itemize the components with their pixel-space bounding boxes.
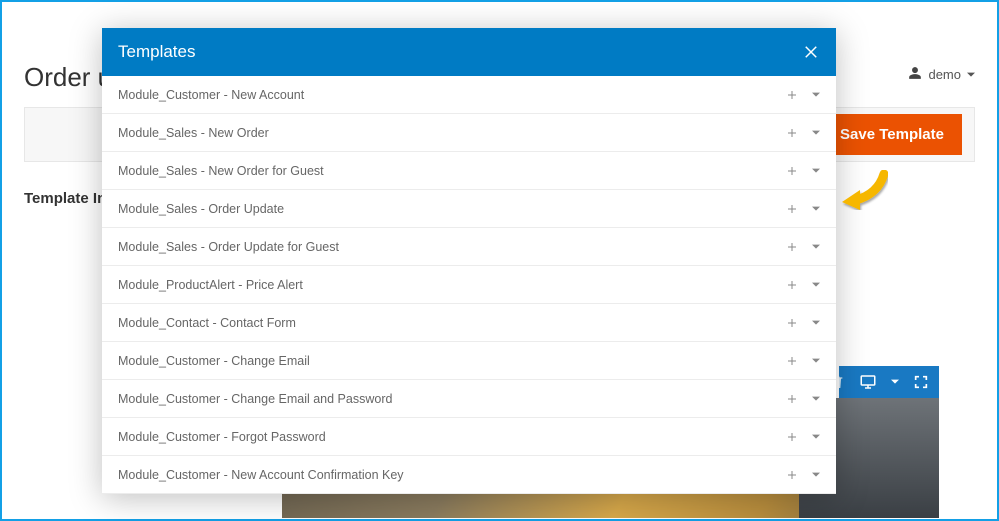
- plus-icon[interactable]: [786, 355, 798, 367]
- plus-icon[interactable]: [786, 469, 798, 481]
- user-menu[interactable]: demo: [908, 66, 975, 83]
- template-row[interactable]: Module_Customer - Forgot Password: [102, 418, 836, 456]
- close-icon[interactable]: [802, 43, 820, 61]
- template-row-label: Module_Customer - New Account Confirmati…: [118, 468, 404, 482]
- template-row[interactable]: Module_Sales - New Order for Guest: [102, 152, 836, 190]
- template-row[interactable]: Module_Customer - Change Email: [102, 342, 836, 380]
- template-row[interactable]: Module_ProductAlert - Price Alert: [102, 266, 836, 304]
- template-row[interactable]: Module_Contact - Contact Form: [102, 304, 836, 342]
- template-row-label: Module_Contact - Contact Form: [118, 316, 296, 330]
- template-row-actions: [786, 279, 820, 291]
- template-row-actions: [786, 241, 820, 253]
- plus-icon[interactable]: [786, 279, 798, 291]
- plus-icon[interactable]: [786, 431, 798, 443]
- page-title: Order u: [24, 62, 112, 93]
- template-row-label: Module_Sales - New Order: [118, 126, 269, 140]
- template-row[interactable]: Module_Customer - New Account Confirmati…: [102, 456, 836, 494]
- template-row-actions: [786, 431, 820, 443]
- plus-icon[interactable]: [786, 127, 798, 139]
- template-row-label: Module_Customer - Change Email: [118, 354, 310, 368]
- plus-icon[interactable]: [786, 203, 798, 215]
- template-row-label: Module_Customer - Forgot Password: [118, 430, 326, 444]
- user-name-label: demo: [928, 67, 961, 82]
- desktop-icon[interactable]: [859, 373, 877, 391]
- caret-down-icon[interactable]: [812, 205, 820, 213]
- section-label: Template In: [24, 190, 106, 207]
- template-row-label: Module_Customer - Change Email and Passw…: [118, 392, 392, 406]
- caret-down-icon[interactable]: [812, 471, 820, 479]
- save-template-button[interactable]: Save Template: [822, 114, 962, 155]
- plus-icon[interactable]: [786, 89, 798, 101]
- template-row-label: Module_Sales - New Order for Guest: [118, 164, 324, 178]
- template-row[interactable]: Module_Customer - New Account: [102, 76, 836, 114]
- modal-header: Templates: [102, 28, 836, 76]
- modal-body: Module_Customer - New Account Module_Sale…: [102, 76, 836, 494]
- template-row-actions: [786, 469, 820, 481]
- app-frame: Order u demo Save Template Template In Y…: [0, 0, 999, 521]
- caret-down-icon[interactable]: [812, 319, 820, 327]
- caret-down-icon[interactable]: [812, 91, 820, 99]
- templates-modal: Templates Module_Customer - New AccountM…: [102, 28, 836, 494]
- template-row-actions: [786, 393, 820, 405]
- template-row[interactable]: Module_Sales - Order Update for Guest: [102, 228, 836, 266]
- caret-down-icon[interactable]: [812, 129, 820, 137]
- caret-down-icon[interactable]: [812, 281, 820, 289]
- template-row[interactable]: Module_Customer - Change Email and Passw…: [102, 380, 836, 418]
- user-icon: [908, 66, 922, 83]
- fullscreen-icon[interactable]: [913, 374, 929, 390]
- template-row-label: Module_ProductAlert - Price Alert: [118, 278, 303, 292]
- template-row-label: Module_Sales - Order Update for Guest: [118, 240, 339, 254]
- plus-icon[interactable]: [786, 165, 798, 177]
- template-row-label: Module_Customer - New Account: [118, 88, 304, 102]
- editor-toolbar: [839, 366, 939, 398]
- template-row[interactable]: Module_Sales - Order Update: [102, 190, 836, 228]
- caret-down-icon[interactable]: [812, 395, 820, 403]
- caret-down-icon[interactable]: [812, 243, 820, 251]
- plus-icon[interactable]: [786, 393, 798, 405]
- template-row-actions: [786, 89, 820, 101]
- template-row[interactable]: Module_Sales - New Order: [102, 114, 836, 152]
- annotation-arrow-icon: [838, 170, 888, 210]
- caret-down-icon[interactable]: [812, 167, 820, 175]
- plus-icon[interactable]: [786, 317, 798, 329]
- template-row-actions: [786, 127, 820, 139]
- caret-down-icon[interactable]: [812, 357, 820, 365]
- caret-down-icon: [967, 67, 975, 82]
- template-row-actions: [786, 355, 820, 367]
- template-row-actions: [786, 165, 820, 177]
- template-row-actions: [786, 203, 820, 215]
- plus-icon[interactable]: [786, 241, 798, 253]
- template-row-label: Module_Sales - Order Update: [118, 202, 284, 216]
- template-row-actions: [786, 317, 820, 329]
- caret-down-icon[interactable]: [891, 373, 899, 391]
- caret-down-icon[interactable]: [812, 433, 820, 441]
- modal-title: Templates: [118, 42, 195, 62]
